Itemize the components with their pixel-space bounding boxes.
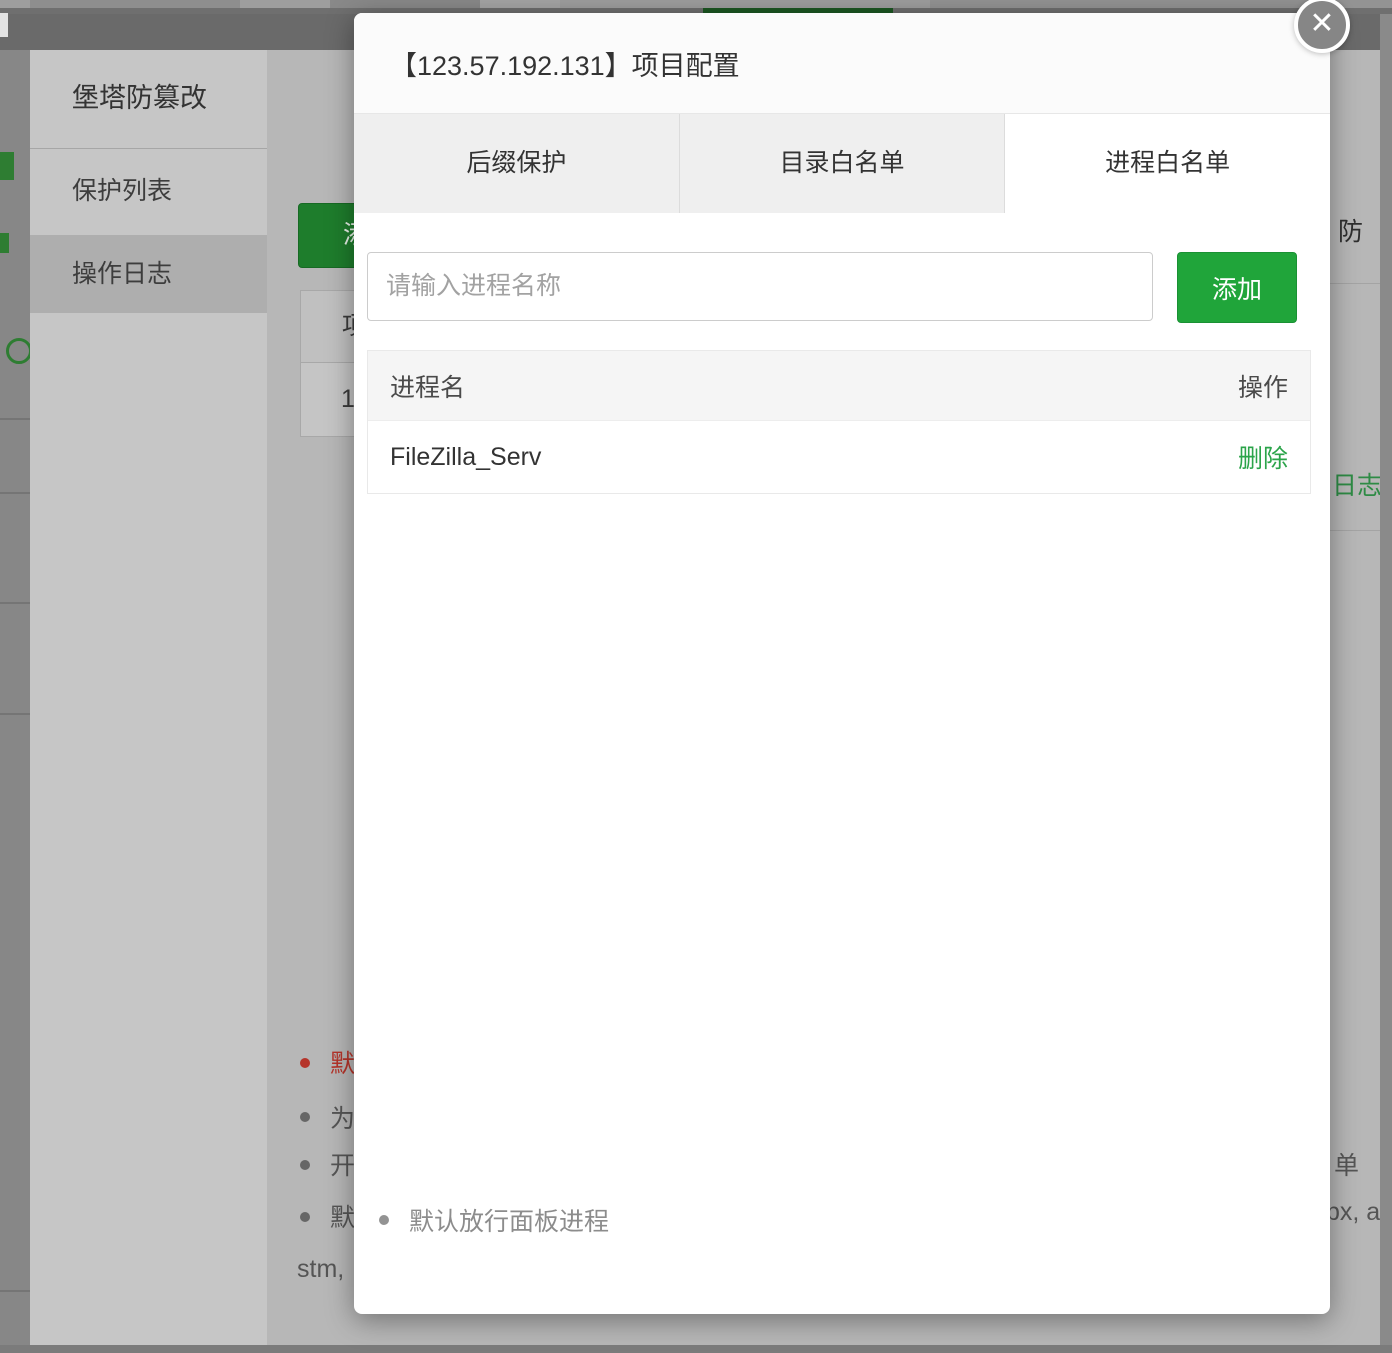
clipped-green-ring-icon xyxy=(6,338,30,364)
page-bottom-edge xyxy=(0,1345,1392,1353)
top-bar-segment xyxy=(480,0,560,8)
modal-surface: 【123.57.192.131】项目配置 后缀保护 目录白名单 进程白名单 添加… xyxy=(354,13,1330,1314)
bullet-dot xyxy=(300,1212,310,1222)
bullet-dot xyxy=(379,1215,389,1225)
background-note-fragment: 开 xyxy=(330,1146,355,1182)
bullet-dot xyxy=(300,1112,310,1122)
bullet-dot-red xyxy=(300,1058,310,1068)
background-note-fragment: 默 xyxy=(330,1044,355,1080)
row-divider xyxy=(0,602,30,604)
top-bar-segment xyxy=(30,0,240,8)
row-divider xyxy=(0,492,30,494)
background-note-fragment: 默 xyxy=(330,1198,355,1234)
plugin-sidebar: 堡塔防篡改 保护列表 操作日志 xyxy=(30,50,267,1345)
modal-tab-bar: 后缀保护 目录白名单 进程白名单 xyxy=(354,113,1330,212)
clipped-green-text xyxy=(0,152,14,180)
add-process-button[interactable]: 添加 xyxy=(1177,252,1297,323)
close-icon: ✕ xyxy=(1309,9,1334,39)
row-divider xyxy=(0,713,30,715)
process-name-cell: FileZilla_Serv xyxy=(390,443,541,472)
tab-directory-whitelist[interactable]: 目录白名单 xyxy=(680,114,1006,213)
sidebar-item-operation-log[interactable]: 操作日志 xyxy=(30,235,267,313)
page-left-edge xyxy=(0,50,30,1345)
column-process-name: 进程名 xyxy=(390,368,465,404)
modal-header: 【123.57.192.131】项目配置 xyxy=(354,13,1330,113)
background-note-wrap-right: px, ax xyxy=(1326,1198,1380,1227)
row-divider xyxy=(0,418,30,420)
table-header-row: 进程名 操作 xyxy=(368,351,1310,420)
tab-suffix-protection[interactable]: 后缀保护 xyxy=(354,114,680,213)
background-note-fragment: 为 xyxy=(330,1099,355,1135)
background-toolbar-label-fragment: 防 xyxy=(1338,212,1363,248)
process-name-input[interactable] xyxy=(367,252,1153,321)
page-corner-sliver xyxy=(0,13,8,37)
delete-link[interactable]: 删除 xyxy=(1238,439,1288,475)
close-button[interactable]: ✕ xyxy=(1294,0,1350,53)
process-whitelist-table: 进程名 操作 FileZilla_Serv 删除 xyxy=(367,350,1311,494)
page-right-edge xyxy=(1380,14,1392,1353)
background-log-link[interactable]: 日志 | xyxy=(1332,466,1380,502)
background-note-wrap-right: 单 xyxy=(1334,1146,1359,1182)
plugin-title: 堡塔防篡改 xyxy=(72,76,207,115)
background-note-wrap-left: stm, xyxy=(297,1255,344,1284)
footnote-text: 默认放行面板进程 xyxy=(409,1202,609,1238)
tab-process-whitelist[interactable]: 进程白名单 xyxy=(1005,114,1330,213)
clipped-green-text xyxy=(0,233,9,253)
sidebar-item-protection-list[interactable]: 保护列表 xyxy=(30,148,267,235)
top-bar-segment xyxy=(330,0,480,8)
bullet-dot xyxy=(300,1160,310,1170)
table-row: FileZilla_Serv 删除 xyxy=(368,420,1310,493)
modal-title: 【123.57.192.131】项目配置 xyxy=(390,44,740,83)
screenshot-root: 堡塔防篡改 保护列表 操作日志 添加 防 项目 123 日志 | 默 为 开 默… xyxy=(0,0,1392,1353)
column-action: 操作 xyxy=(1238,368,1288,404)
page-top-bar xyxy=(0,0,1392,8)
modal-footnote: 默认放行面板进程 xyxy=(379,1202,609,1238)
row-divider xyxy=(0,1290,30,1292)
project-config-modal: 【123.57.192.131】项目配置 后缀保护 目录白名单 进程白名单 添加… xyxy=(354,13,1330,1314)
